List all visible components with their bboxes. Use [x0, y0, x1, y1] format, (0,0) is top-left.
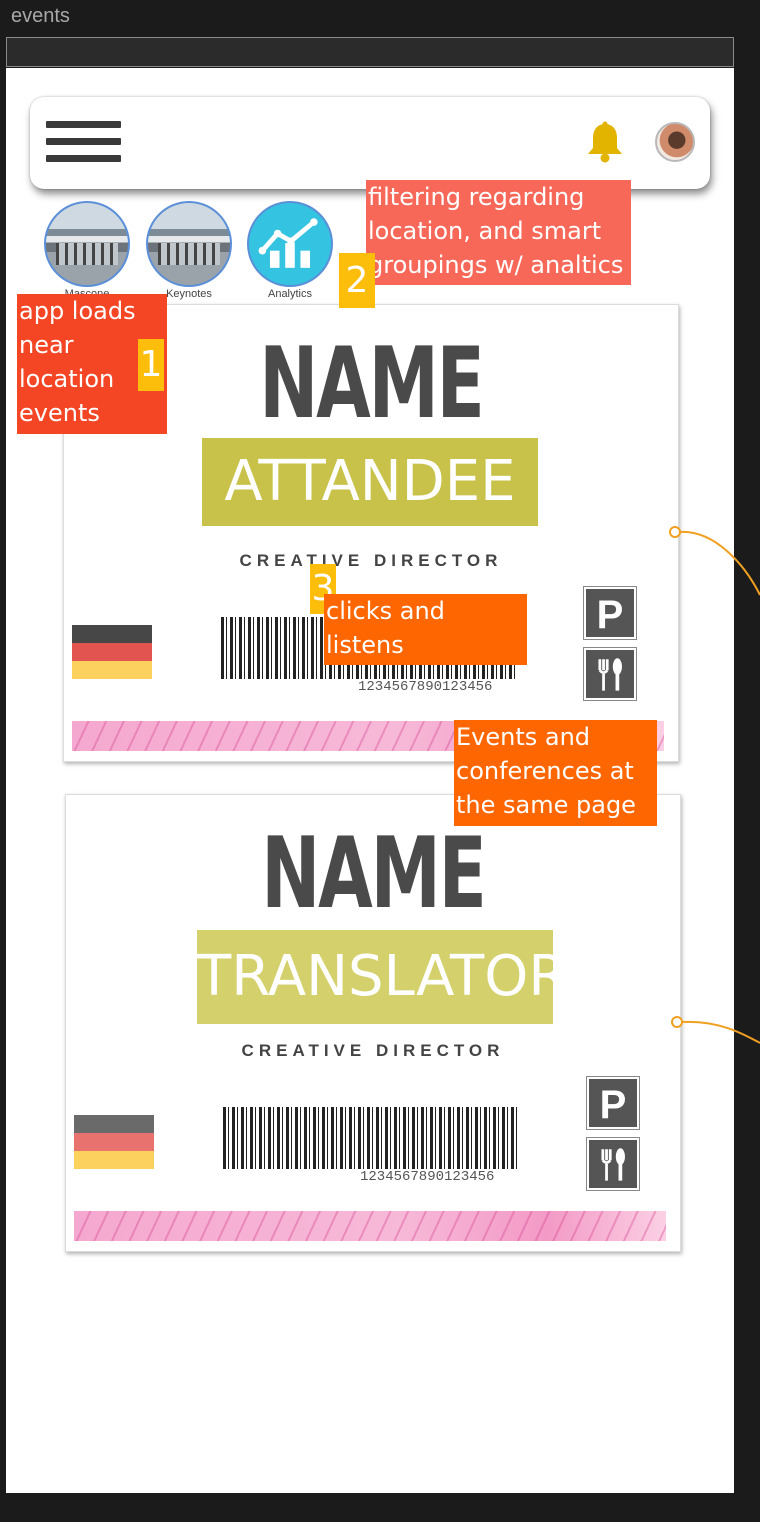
app-screen: Mascone Keynotes Analytics NAME ATTANDEE…: [6, 68, 734, 1493]
step-marker: 1: [138, 339, 164, 391]
category-analytics[interactable]: Analytics: [247, 201, 333, 300]
annotation-note: Events and conferences at the same page: [454, 720, 657, 826]
parking-icon: P: [586, 1076, 640, 1130]
category-keynotes[interactable]: Keynotes: [146, 201, 232, 300]
barcode-number: 1234567890123456: [360, 1169, 495, 1185]
badge-name: NAME: [261, 817, 487, 931]
annotation-note: filtering regarding location, and smart …: [366, 180, 631, 285]
germany-flag-icon: [74, 1115, 154, 1169]
category-mascone[interactable]: Mascone: [44, 201, 130, 300]
barcode: [223, 1107, 519, 1169]
flow-connector: [671, 1016, 760, 1044]
badge-role: TRANSLATOR: [197, 930, 567, 1024]
window-title: events: [11, 5, 70, 27]
analytics-chart-icon: [247, 201, 333, 287]
barcode-number: 1234567890123456: [358, 679, 493, 695]
address-bar[interactable]: [6, 37, 734, 67]
badge-role: ATTANDEE: [202, 438, 538, 526]
food-icon: [583, 647, 637, 701]
venue-photo: [146, 201, 232, 287]
flow-connector: [669, 526, 760, 596]
badge-footer-stripe: [74, 1211, 666, 1241]
badge-title: CREATIVE DIRECTOR: [241, 1041, 505, 1060]
step-marker: 2: [339, 253, 375, 308]
event-badge-card[interactable]: NAME TRANSLATOR CREATIVE DIRECTOR 123456…: [65, 794, 681, 1252]
annotation-note: clicks and listens: [324, 594, 527, 665]
food-icon: [586, 1137, 640, 1191]
hamburger-menu-icon[interactable]: [46, 121, 121, 163]
germany-flag-icon: [72, 625, 152, 679]
venue-photo: [44, 201, 130, 287]
top-app-bar: [30, 97, 710, 189]
category-label: Analytics: [267, 288, 313, 300]
badge-title: CREATIVE DIRECTOR: [239, 551, 503, 570]
avatar[interactable]: [655, 122, 695, 162]
badge-name: NAME: [259, 327, 485, 441]
parking-icon: P: [583, 586, 637, 640]
bell-icon[interactable]: [583, 120, 627, 164]
